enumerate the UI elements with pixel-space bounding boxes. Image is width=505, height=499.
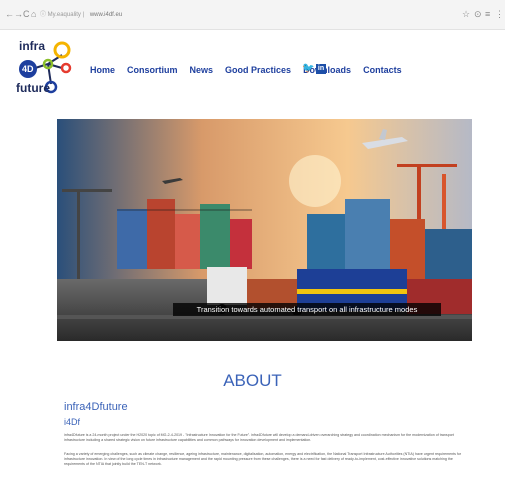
main-navigation: Home Consortium News Good Practices Down… bbox=[90, 62, 402, 78]
nav-home[interactable]: Home bbox=[90, 62, 115, 78]
site-info-label[interactable]: ⓘ My.eaquality | bbox=[40, 12, 84, 18]
extension-icon[interactable]: ⊙ bbox=[474, 8, 482, 20]
logo-text-middle: 4D bbox=[22, 64, 34, 74]
nav-contacts[interactable]: Contacts bbox=[363, 62, 402, 78]
reading-list-icon[interactable]: ≡ bbox=[485, 8, 490, 20]
url-text: www.i4df.eu bbox=[89, 12, 123, 18]
browser-toolbar: ← → C ⌂ ⓘ My.eaquality | www.i4df.eu ☆ ⊙… bbox=[0, 0, 505, 30]
back-arrow-icon[interactable]: ← bbox=[5, 9, 14, 19]
nav-news[interactable]: News bbox=[190, 62, 214, 78]
about-paragraph-2: Facing a variety of emerging challenges,… bbox=[64, 452, 462, 466]
bookmark-star-icon[interactable]: ☆ bbox=[462, 8, 470, 20]
about-paragraph-1: infra4Dfuture is a 24-month project unde… bbox=[64, 433, 454, 442]
hero-caption: Transition towards automated transport o… bbox=[173, 303, 441, 316]
logo-text-top: infra bbox=[19, 39, 46, 53]
nav-good-practices[interactable]: Good Practices bbox=[225, 62, 291, 78]
browser-menu-icon[interactable]: ⋮ bbox=[495, 8, 504, 20]
twitter-icon[interactable]: 🐦 bbox=[302, 64, 314, 74]
about-title: ABOUT bbox=[223, 371, 282, 390]
reload-icon[interactable]: C bbox=[23, 9, 30, 19]
about-heading: infra4Dfuture bbox=[64, 401, 128, 413]
nav-consortium[interactable]: Consortium bbox=[127, 62, 178, 78]
about-subheading: i4Df bbox=[64, 417, 81, 427]
linkedin-icon[interactable]: in bbox=[316, 64, 326, 74]
home-icon[interactable]: ⌂ bbox=[31, 9, 36, 19]
address-bar[interactable]: ⓘ My.eaquality | www.i4df.eu bbox=[40, 7, 420, 23]
site-logo[interactable]: infra 4D future bbox=[14, 38, 84, 100]
logo-text-bottom: future bbox=[16, 81, 50, 95]
hero-banner: Transition towards automated transport o… bbox=[57, 119, 472, 341]
forward-arrow-icon[interactable]: → bbox=[14, 9, 23, 19]
